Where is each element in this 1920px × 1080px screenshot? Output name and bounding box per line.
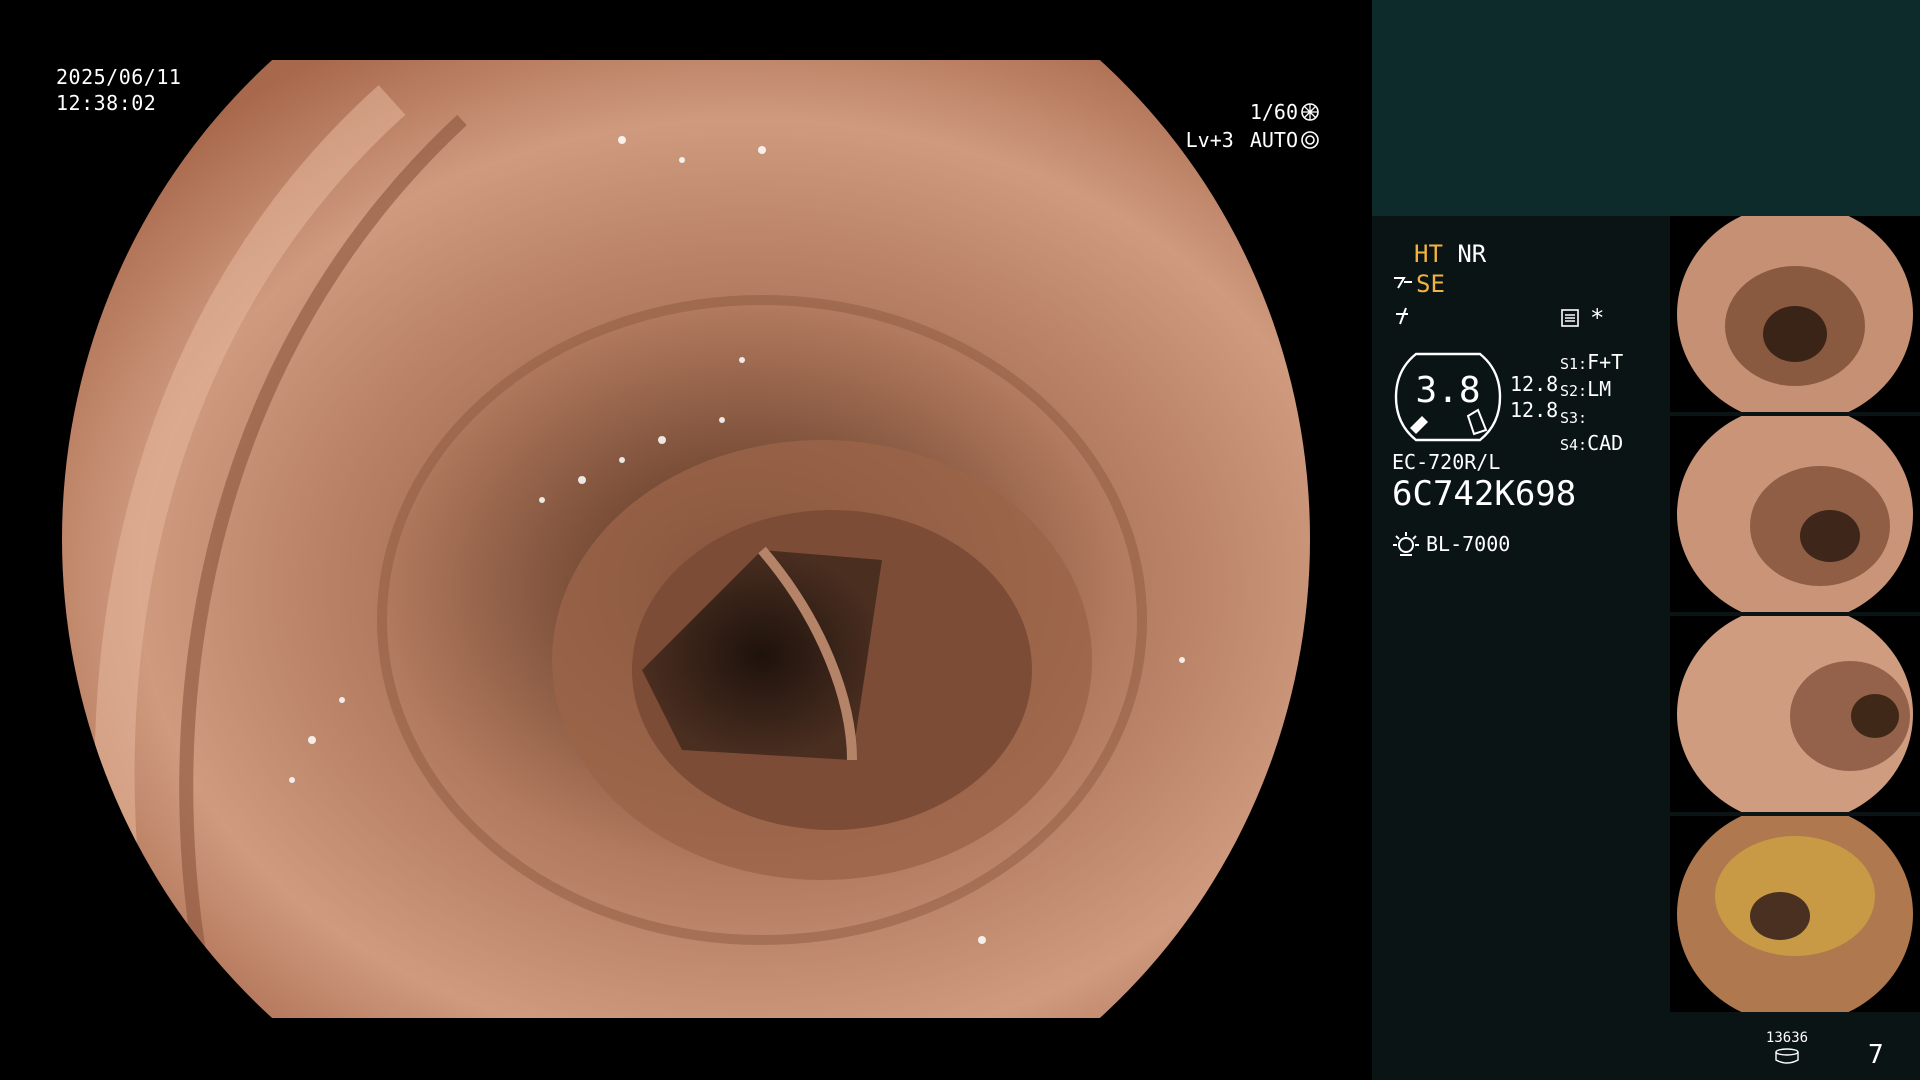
mode-label: AUTO [1249, 128, 1298, 152]
s4-value: CAD [1587, 431, 1624, 455]
freeze-icon [1392, 304, 1412, 332]
thumbnail-1[interactable] [1670, 216, 1920, 412]
gauge-b-label: 12.8 [1510, 398, 1559, 422]
scope-model: EC-720R/L [1392, 450, 1501, 474]
ht-label: HT [1414, 240, 1443, 268]
s1-key: S1: [1560, 355, 1588, 373]
time-label: 12:38:02 [56, 91, 157, 115]
thumbnail-3[interactable] [1670, 616, 1920, 812]
document-icon [1561, 309, 1579, 327]
storage-icon [1775, 1048, 1799, 1064]
capture-count: 13636 [1765, 1030, 1809, 1046]
structure-row: SE [1392, 270, 1445, 298]
s2-value: LM [1587, 377, 1612, 401]
switch-settings: S1:F+T S2:LM S3: S4:CAD [1560, 350, 1623, 458]
light-source-label: BL-7000 [1426, 532, 1511, 556]
thumbnail-4[interactable] [1670, 816, 1920, 1012]
shutter-label: 1/60 [1249, 100, 1298, 124]
enhancement-row: HT NR [1414, 240, 1486, 268]
lamp-icon [1393, 532, 1419, 556]
s4-key: S4: [1560, 436, 1588, 454]
thumbnail-strip [1670, 216, 1920, 1016]
aperture-icon [1301, 103, 1319, 121]
timestamp: 2025/06/11 12:38:02 [56, 64, 181, 116]
gauge-a-label: 12.8 [1510, 372, 1559, 396]
side-panel-header [1372, 0, 1920, 216]
s3-key: S3: [1560, 409, 1588, 427]
exposure-readout: 1/60 Lv+3 AUTO [1186, 98, 1320, 154]
endoscope-main-view: 2025/06/11 12:38:02 1/60 Lv+3 AUTO [0, 0, 1372, 1080]
page-number: 7 [1868, 1040, 1884, 1070]
iris-icon [1301, 131, 1319, 149]
s1-value: F+T [1587, 350, 1624, 374]
asterisk-icon: * [1590, 304, 1605, 332]
capture-counter: 13636 [1762, 1030, 1812, 1064]
light-source: BL-7000 [1392, 530, 1510, 558]
gauge-value: 3.8 [1415, 370, 1481, 411]
se-label: SE [1416, 270, 1445, 298]
scope-serial: 6C742K698 [1392, 474, 1577, 514]
thumbnail-2[interactable] [1670, 416, 1920, 612]
date-label: 2025/06/11 [56, 65, 182, 89]
level-label: Lv+3 [1185, 128, 1234, 152]
s2-key: S2: [1560, 382, 1588, 400]
nr-label: NR [1457, 240, 1487, 268]
structure-icon [1394, 277, 1412, 289]
endoscopic-image [62, 60, 1310, 1018]
